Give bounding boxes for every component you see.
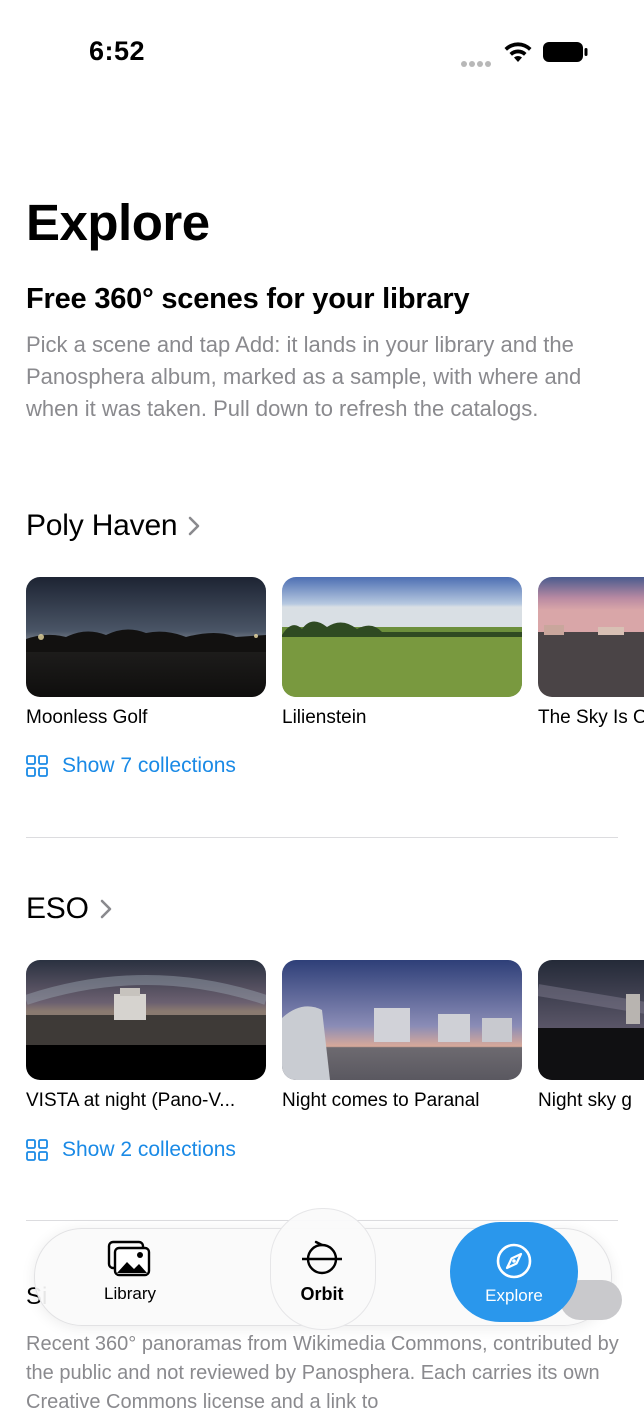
scene-card[interactable]: Moonless Golf [26, 577, 266, 729]
page-title: Explore [26, 194, 210, 251]
scene-card[interactable]: The Sky Is On Fire [538, 577, 644, 729]
tab-label: Library [104, 1284, 156, 1303]
tab-orbit[interactable]: Orbit [290, 1238, 354, 1305]
eso-carousel[interactable]: VISTA at night (Pano-V... Night comes to… [26, 960, 644, 1120]
night-comes-to-paranal-image [282, 960, 522, 1080]
intro-text: Pick a scene and tap Add: it lands in yo… [26, 332, 582, 421]
battery-icon [543, 42, 588, 62]
grid-icon [26, 1139, 48, 1161]
scene-caption: VISTA at night (Pano-V... [26, 1090, 236, 1111]
moonless-golf-image [26, 577, 266, 697]
section-header-eso[interactable]: ESO [26, 892, 113, 926]
scene-card[interactable]: Night comes to Paranal [282, 960, 522, 1112]
vista-night-image [26, 960, 266, 1080]
wikimedia-description: Recent 360° panoramas from Wikimedia Com… [26, 1333, 619, 1413]
tab-label: Explore [485, 1286, 543, 1305]
section-title: Poly Haven [26, 509, 178, 542]
signal-dots-icon [461, 54, 495, 67]
orbit-icon [302, 1240, 342, 1275]
scene-caption: Night comes to Paranal [282, 1090, 480, 1111]
photo-stack-icon [107, 1240, 151, 1277]
section-title: ESO [26, 892, 89, 925]
lilienstein-image [282, 577, 522, 697]
scene-thumbnail [538, 960, 644, 1080]
tab-library[interactable]: Library [96, 1240, 164, 1304]
show-collections-button[interactable]: Show 7 collections [26, 754, 236, 778]
night-sky-image [538, 960, 644, 1080]
grid-icon [26, 755, 48, 777]
scene-thumbnail [282, 577, 522, 697]
scene-caption: Moonless Golf [26, 707, 148, 728]
scene-caption: Lilienstein [282, 707, 367, 728]
scene-caption: The Sky Is On Fire [538, 707, 644, 728]
scene-caption: Night sky g [538, 1090, 632, 1111]
status-time: 6:52 [89, 36, 146, 66]
show-collections-label: Show 2 collections [62, 1138, 236, 1161]
status-bar: 6:52 [0, 0, 644, 100]
tab-label: Orbit [300, 1284, 344, 1304]
poly-haven-carousel[interactable]: Moonless Golf Lilienstein The Sky Is O [26, 577, 644, 737]
chevron-right-icon [100, 899, 112, 919]
headline: Free 360° scenes for your library [26, 283, 470, 315]
scene-card[interactable]: Lilienstein [282, 577, 522, 729]
scene-thumbnail [282, 960, 522, 1080]
tab-explore[interactable]: Explore [470, 1242, 558, 1306]
scene-thumbnail [538, 577, 644, 697]
wifi-icon [504, 42, 532, 62]
compass-icon [496, 1243, 532, 1279]
section-divider [26, 837, 618, 838]
scene-thumbnail [26, 577, 266, 697]
scene-thumbnail [26, 960, 266, 1080]
scene-card[interactable]: VISTA at night (Pano-V... [26, 960, 266, 1112]
show-collections-button[interactable]: Show 2 collections [26, 1138, 236, 1162]
show-collections-label: Show 7 collections [62, 754, 236, 777]
section-header-poly-haven[interactable]: Poly Haven [26, 509, 201, 543]
scene-card[interactable]: Night sky g [538, 960, 644, 1112]
chevron-right-icon [189, 516, 200, 536]
sky-on-fire-image [538, 577, 644, 697]
